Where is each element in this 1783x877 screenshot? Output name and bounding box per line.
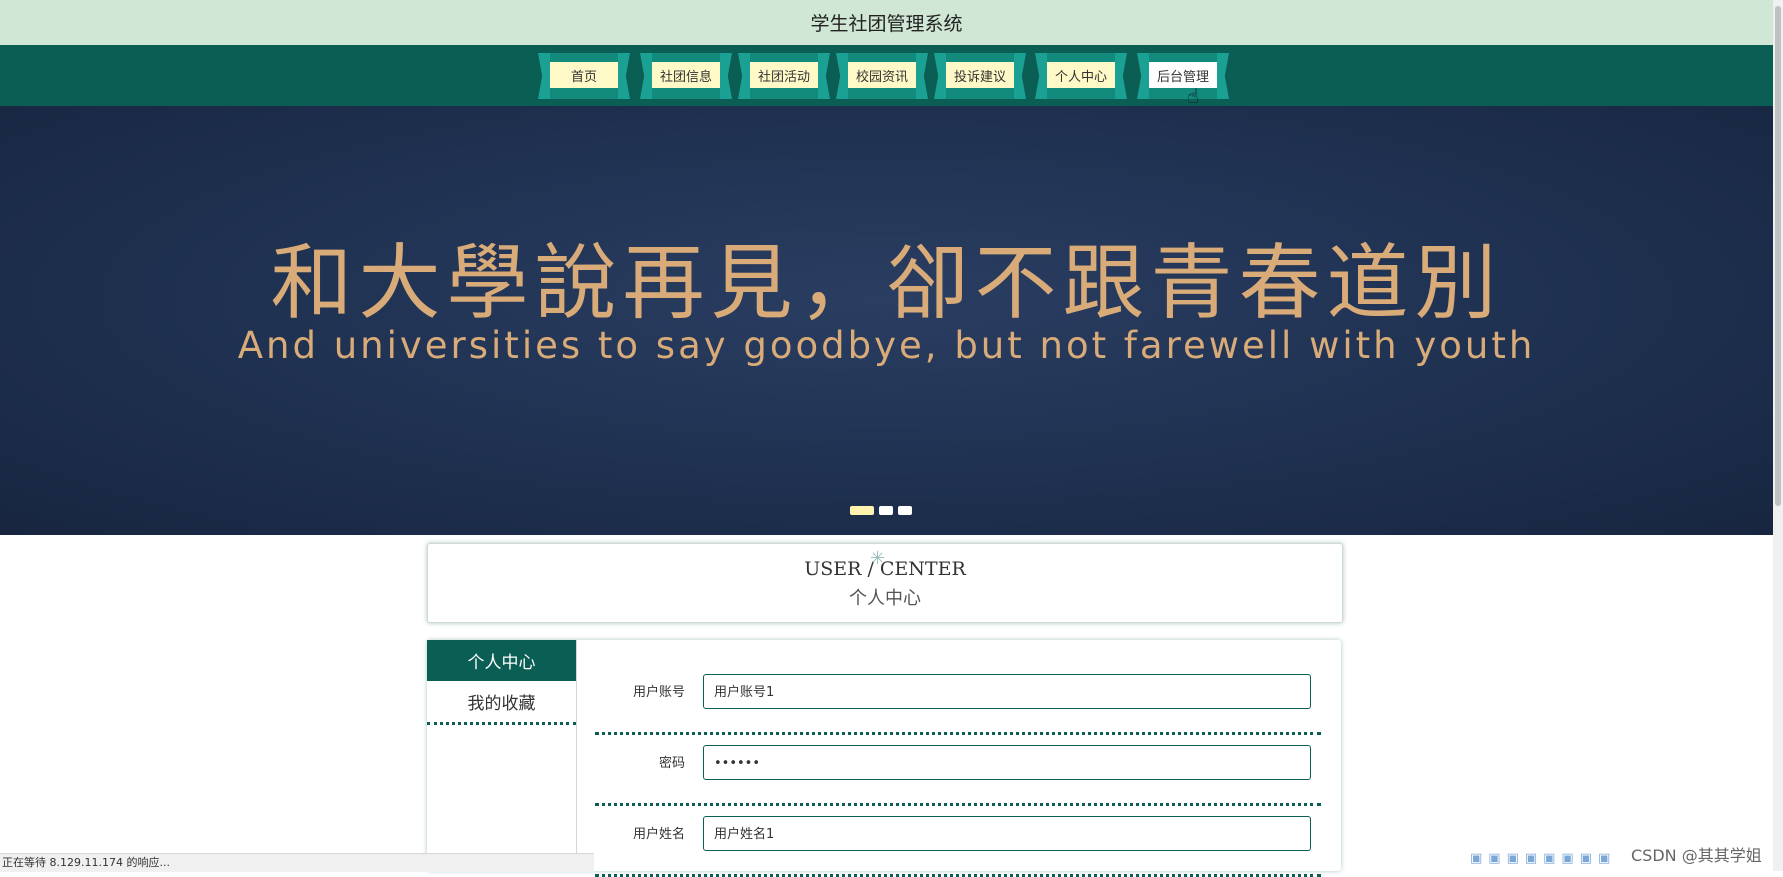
banner-subline: And universities to say goodbye, but not… <box>237 324 1536 367</box>
ribbon-right <box>818 53 830 99</box>
form-row: 密码 •••••• <box>595 735 1321 806</box>
nav-item-home[interactable]: 首页 <box>538 53 630 99</box>
form-row: 用户姓名 用户姓名1 <box>595 806 1321 877</box>
account-label: 用户账号 <box>632 685 685 700</box>
user-center-panel: 个人中心 我的收藏 用户账号 用户账号1 密码 •••••• 用户姓名 用户姓名… <box>427 640 1341 877</box>
ribbon-left <box>640 53 652 99</box>
section-title-cn: 个人中心 <box>849 588 921 609</box>
loading-spinner-icon: ✳ <box>870 548 886 569</box>
ribbon-left <box>1137 53 1149 99</box>
account-input[interactable]: 用户账号1 <box>703 674 1311 709</box>
carousel-dot-1[interactable] <box>850 506 874 515</box>
ribbon-right <box>1014 53 1026 99</box>
scrollbar[interactable] <box>1773 0 1783 871</box>
profile-form: 用户账号 用户账号1 密码 •••••• 用户姓名 用户姓名1 <box>595 664 1321 877</box>
site-title: 学生社团管理系统 <box>0 0 1773 45</box>
nav-label[interactable]: 投诉建议 <box>946 62 1014 88</box>
banner-headline: 和大學說再見，卻不跟青春道別 <box>270 236 1503 331</box>
nav-label[interactable]: 校园资讯 <box>848 62 916 88</box>
hero-banner: 和大學說再見，卻不跟青春道別 And universities to say g… <box>0 106 1773 535</box>
nav-label[interactable]: 社团信息 <box>652 62 720 88</box>
main-nav: 首页 社团信息 社团活动 校园资讯 投诉建议 个人中心 后台管理 <box>0 45 1773 106</box>
nav-item-campus-news[interactable]: 校园资讯 <box>836 53 928 99</box>
nav-label[interactable]: 个人中心 <box>1047 62 1115 88</box>
nav-item-club-info[interactable]: 社团信息 <box>640 53 732 99</box>
ribbon-right <box>618 53 630 99</box>
nav-item-user-center[interactable]: 个人中心 <box>1035 53 1127 99</box>
carousel-dot-3[interactable] <box>898 506 912 515</box>
nav-item-complaints[interactable]: 投诉建议 <box>934 53 1026 99</box>
password-label: 密码 <box>658 756 685 771</box>
ribbon-left <box>538 53 550 99</box>
scrollbar-thumb[interactable] <box>1775 6 1781 506</box>
ribbon-right <box>1115 53 1127 99</box>
name-input[interactable]: 用户姓名1 <box>703 816 1311 851</box>
sidebar-item-user-center[interactable]: 个人中心 <box>427 640 576 681</box>
carousel-dot-2[interactable] <box>879 506 893 515</box>
ribbon-left <box>836 53 848 99</box>
sidebar: 个人中心 我的收藏 <box>427 640 577 871</box>
name-label: 用户姓名 <box>632 827 685 842</box>
ribbon-left <box>934 53 946 99</box>
form-row: 用户账号 用户账号1 <box>595 664 1321 735</box>
ribbon-right <box>720 53 732 99</box>
nav-item-admin[interactable]: 后台管理 <box>1137 53 1229 99</box>
nav-item-club-activities[interactable]: 社团活动 <box>738 53 830 99</box>
nav-label[interactable]: 后台管理 <box>1149 62 1217 88</box>
ribbon-right <box>1217 53 1229 99</box>
password-input[interactable]: •••••• <box>703 745 1311 780</box>
nav-label[interactable]: 社团活动 <box>750 62 818 88</box>
nav-label[interactable]: 首页 <box>550 62 618 88</box>
ribbon-right <box>916 53 928 99</box>
hand-cursor-icon: ☝ <box>1187 84 1200 108</box>
ribbon-left <box>738 53 750 99</box>
sidebar-item-favorites[interactable]: 我的收藏 <box>427 681 576 725</box>
ribbon-left <box>1035 53 1047 99</box>
system-tray-icons: ▣▣▣▣▣▣▣▣ <box>1470 851 1617 866</box>
browser-status-bar: 正在等待 8.129.11.174 的响应... <box>0 853 594 872</box>
carousel-dots <box>850 506 912 515</box>
watermark: CSDN @其其学姐 <box>1631 846 1762 865</box>
